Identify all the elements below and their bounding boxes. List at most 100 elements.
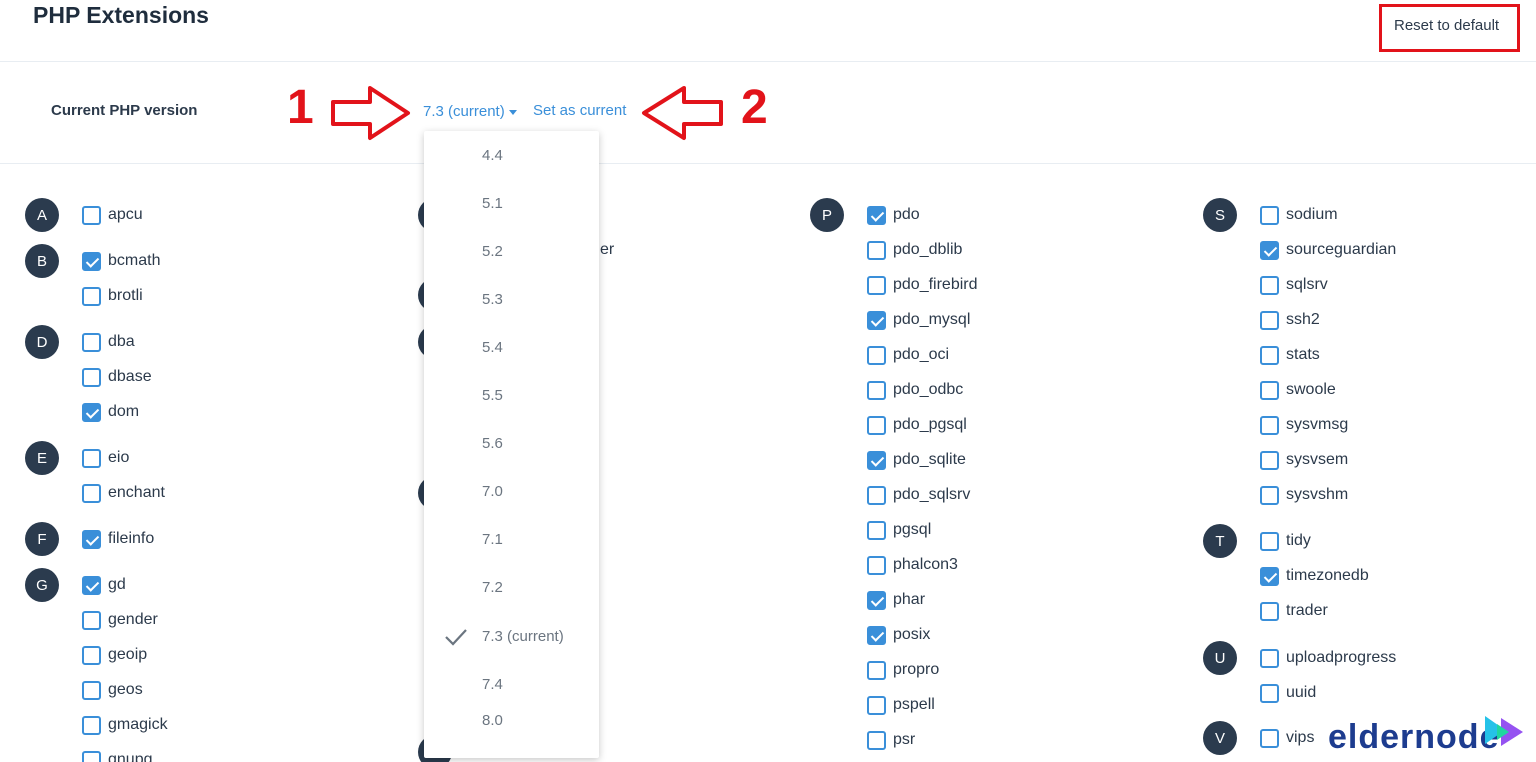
extension-item-brotli[interactable]: brotli xyxy=(82,285,143,307)
version-option-5.1[interactable]: 5.1 xyxy=(482,195,503,212)
extension-item-stats[interactable]: stats xyxy=(1260,344,1320,366)
checkbox-swoole[interactable] xyxy=(1260,380,1279,400)
extension-item-geoip[interactable]: geoip xyxy=(82,644,147,666)
checkbox-gd[interactable] xyxy=(82,575,101,595)
version-option-7.0[interactable]: 7.0 xyxy=(482,483,503,500)
extension-item-gnupg[interactable]: gnupg xyxy=(82,749,153,762)
extension-item-sysvmsg[interactable]: sysvmsg xyxy=(1260,414,1348,436)
set-as-current-link[interactable]: Set as current xyxy=(533,102,626,119)
checkbox-timezonedb[interactable] xyxy=(1260,566,1279,586)
extension-item-sodium[interactable]: sodium xyxy=(1260,204,1338,226)
checkbox-psr[interactable] xyxy=(867,730,886,750)
extension-item-dom[interactable]: dom xyxy=(82,401,139,423)
extension-item-phar[interactable]: phar xyxy=(867,589,925,611)
extension-item-pdo_mysql[interactable]: pdo_mysql xyxy=(867,309,970,331)
checkbox-geos[interactable] xyxy=(82,680,101,700)
extension-item-sysvshm[interactable]: sysvshm xyxy=(1260,484,1348,506)
extension-item-enchant[interactable]: enchant xyxy=(82,482,165,504)
checkbox-pdo_firebird[interactable] xyxy=(867,275,886,295)
version-option-7.2[interactable]: 7.2 xyxy=(482,579,503,596)
checkbox-apcu[interactable] xyxy=(82,205,101,225)
checkbox-brotli[interactable] xyxy=(82,286,101,306)
checkbox-sysvmsg[interactable] xyxy=(1260,415,1279,435)
extension-item-bcmath[interactable]: bcmath xyxy=(82,250,160,272)
extension-item-pdo_firebird[interactable]: pdo_firebird xyxy=(867,274,978,296)
version-option-5.4[interactable]: 5.4 xyxy=(482,339,503,356)
extension-item-posix[interactable]: posix xyxy=(867,624,930,646)
extension-item-dba[interactable]: dba xyxy=(82,331,135,353)
checkbox-eio[interactable] xyxy=(82,448,101,468)
checkbox-pdo_mysql[interactable] xyxy=(867,310,886,330)
checkbox-pdo_sqlite[interactable] xyxy=(867,450,886,470)
extension-item-gd[interactable]: gd xyxy=(82,574,126,596)
checkbox-pdo[interactable] xyxy=(867,205,886,225)
checkbox-gnupg[interactable] xyxy=(82,750,101,762)
extension-item-pgsql[interactable]: pgsql xyxy=(867,519,931,541)
version-option-5.5[interactable]: 5.5 xyxy=(482,387,503,404)
extension-item-apcu[interactable]: apcu xyxy=(82,204,143,226)
checkbox-pdo_sqlsrv[interactable] xyxy=(867,485,886,505)
checkbox-gmagick[interactable] xyxy=(82,715,101,735)
extension-item-pdo_sqlite[interactable]: pdo_sqlite xyxy=(867,449,966,471)
extension-item-fileinfo[interactable]: fileinfo xyxy=(82,528,154,550)
checkbox-uuid[interactable] xyxy=(1260,683,1279,703)
checkbox-phalcon3[interactable] xyxy=(867,555,886,575)
checkbox-pdo_pgsql[interactable] xyxy=(867,415,886,435)
version-option-5.6[interactable]: 5.6 xyxy=(482,435,503,452)
checkbox-bcmath[interactable] xyxy=(82,251,101,271)
checkbox-ssh2[interactable] xyxy=(1260,310,1279,330)
extension-item-pdo[interactable]: pdo xyxy=(867,204,920,226)
checkbox-sourceguardian[interactable] xyxy=(1260,240,1279,260)
checkbox-fileinfo[interactable] xyxy=(82,529,101,549)
extension-item-pdo_sqlsrv[interactable]: pdo_sqlsrv xyxy=(867,484,970,506)
extension-item-propro[interactable]: propro xyxy=(867,659,939,681)
extension-item-pdo_dblib[interactable]: pdo_dblib xyxy=(867,239,962,261)
extension-item-gmagick[interactable]: gmagick xyxy=(82,714,168,736)
extension-item-psr[interactable]: psr xyxy=(867,729,915,751)
checkbox-vips[interactable] xyxy=(1260,728,1279,748)
checkbox-gender[interactable] xyxy=(82,610,101,630)
extension-item-ssh2[interactable]: ssh2 xyxy=(1260,309,1320,331)
version-option-7.3[interactable]: 7.3 (current) xyxy=(482,628,564,645)
version-option-5.3[interactable]: 5.3 xyxy=(482,291,503,308)
checkbox-geoip[interactable] xyxy=(82,645,101,665)
extension-item-timezonedb[interactable]: timezonedb xyxy=(1260,565,1369,587)
checkbox-sodium[interactable] xyxy=(1260,205,1279,225)
checkbox-enchant[interactable] xyxy=(82,483,101,503)
checkbox-posix[interactable] xyxy=(867,625,886,645)
extension-item-uploadprogress[interactable]: uploadprogress xyxy=(1260,647,1396,669)
extension-item-tidy[interactable]: tidy xyxy=(1260,530,1311,552)
extension-item-sourceguardian[interactable]: sourceguardian xyxy=(1260,239,1396,261)
extension-item-trader[interactable]: trader xyxy=(1260,600,1328,622)
extension-item-dbase[interactable]: dbase xyxy=(82,366,152,388)
extension-item-uuid[interactable]: uuid xyxy=(1260,682,1316,704)
checkbox-pgsql[interactable] xyxy=(867,520,886,540)
checkbox-uploadprogress[interactable] xyxy=(1260,648,1279,668)
version-option-4.4[interactable]: 4.4 xyxy=(482,147,503,164)
extension-item-pdo_odbc[interactable]: pdo_odbc xyxy=(867,379,963,401)
checkbox-dbase[interactable] xyxy=(82,367,101,387)
checkbox-trader[interactable] xyxy=(1260,601,1279,621)
checkbox-pdo_odbc[interactable] xyxy=(867,380,886,400)
checkbox-sysvsem[interactable] xyxy=(1260,450,1279,470)
checkbox-dba[interactable] xyxy=(82,332,101,352)
version-option-8.0[interactable]: 8.0 xyxy=(482,712,503,729)
php-version-dropdown[interactable]: 7.3 (current) xyxy=(423,103,517,120)
checkbox-stats[interactable] xyxy=(1260,345,1279,365)
checkbox-propro[interactable] xyxy=(867,660,886,680)
extension-item-pdo_pgsql[interactable]: pdo_pgsql xyxy=(867,414,967,436)
reset-to-default-button[interactable]: Reset to default xyxy=(1394,17,1499,34)
checkbox-pdo_oci[interactable] xyxy=(867,345,886,365)
checkbox-pspell[interactable] xyxy=(867,695,886,715)
version-option-7.1[interactable]: 7.1 xyxy=(482,531,503,548)
extension-item-phalcon3[interactable]: phalcon3 xyxy=(867,554,958,576)
extension-item-geos[interactable]: geos xyxy=(82,679,143,701)
checkbox-sysvshm[interactable] xyxy=(1260,485,1279,505)
checkbox-tidy[interactable] xyxy=(1260,531,1279,551)
checkbox-sqlsrv[interactable] xyxy=(1260,275,1279,295)
extension-item-gender[interactable]: gender xyxy=(82,609,158,631)
checkbox-dom[interactable] xyxy=(82,402,101,422)
version-option-7.4[interactable]: 7.4 xyxy=(482,676,503,693)
checkbox-pdo_dblib[interactable] xyxy=(867,240,886,260)
extension-item-sqlsrv[interactable]: sqlsrv xyxy=(1260,274,1328,296)
